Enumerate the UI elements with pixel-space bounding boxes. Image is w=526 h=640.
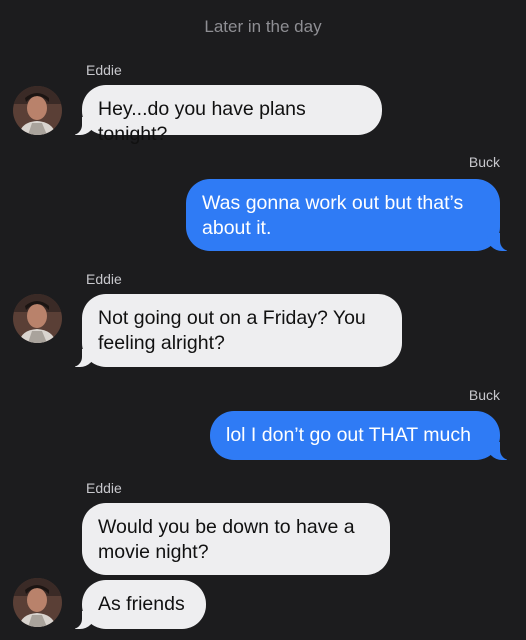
avatar-photo-icon — [13, 294, 62, 343]
sender-name: Eddie — [86, 271, 122, 287]
message-bubble-outgoing[interactable]: Was gonna work out but that’s about it. — [186, 179, 512, 251]
sender-name: Buck — [468, 154, 500, 170]
message-text: Would you be down to have a movie night? — [98, 516, 355, 563]
sender-name: Eddie — [86, 62, 122, 78]
contact-avatar[interactable] — [13, 86, 62, 135]
message-bubble-incoming[interactable]: As friends — [70, 580, 206, 629]
avatar-photo-icon — [13, 86, 62, 135]
avatar-photo-icon — [13, 578, 62, 627]
message-text: Not going out on a Friday? You feeling a… — [98, 307, 366, 354]
message-bubble-incoming[interactable]: Hey...do you have plans tonight? — [70, 85, 382, 145]
sender-name: Eddie — [86, 480, 122, 496]
message-bubble-incoming[interactable]: Would you be down to have a movie night? — [82, 503, 390, 575]
message-text: Hey...do you have plans tonight? — [98, 98, 306, 145]
sender-name: Buck — [468, 387, 500, 403]
contact-avatar[interactable] — [13, 294, 62, 343]
contact-avatar[interactable] — [13, 578, 62, 627]
message-bubble-outgoing[interactable]: lol I don’t go out THAT much — [210, 411, 512, 460]
message-thread: Later in the day Eddie Hey...do you have… — [0, 0, 526, 640]
message-text: Was gonna work out but that’s about it. — [202, 192, 464, 239]
message-text: As friends — [98, 593, 185, 615]
message-text: lol I don’t go out THAT much — [226, 424, 471, 446]
timestamp-label: Later in the day — [204, 17, 322, 36]
message-bubble-incoming[interactable]: Not going out on a Friday? You feeling a… — [70, 294, 402, 367]
